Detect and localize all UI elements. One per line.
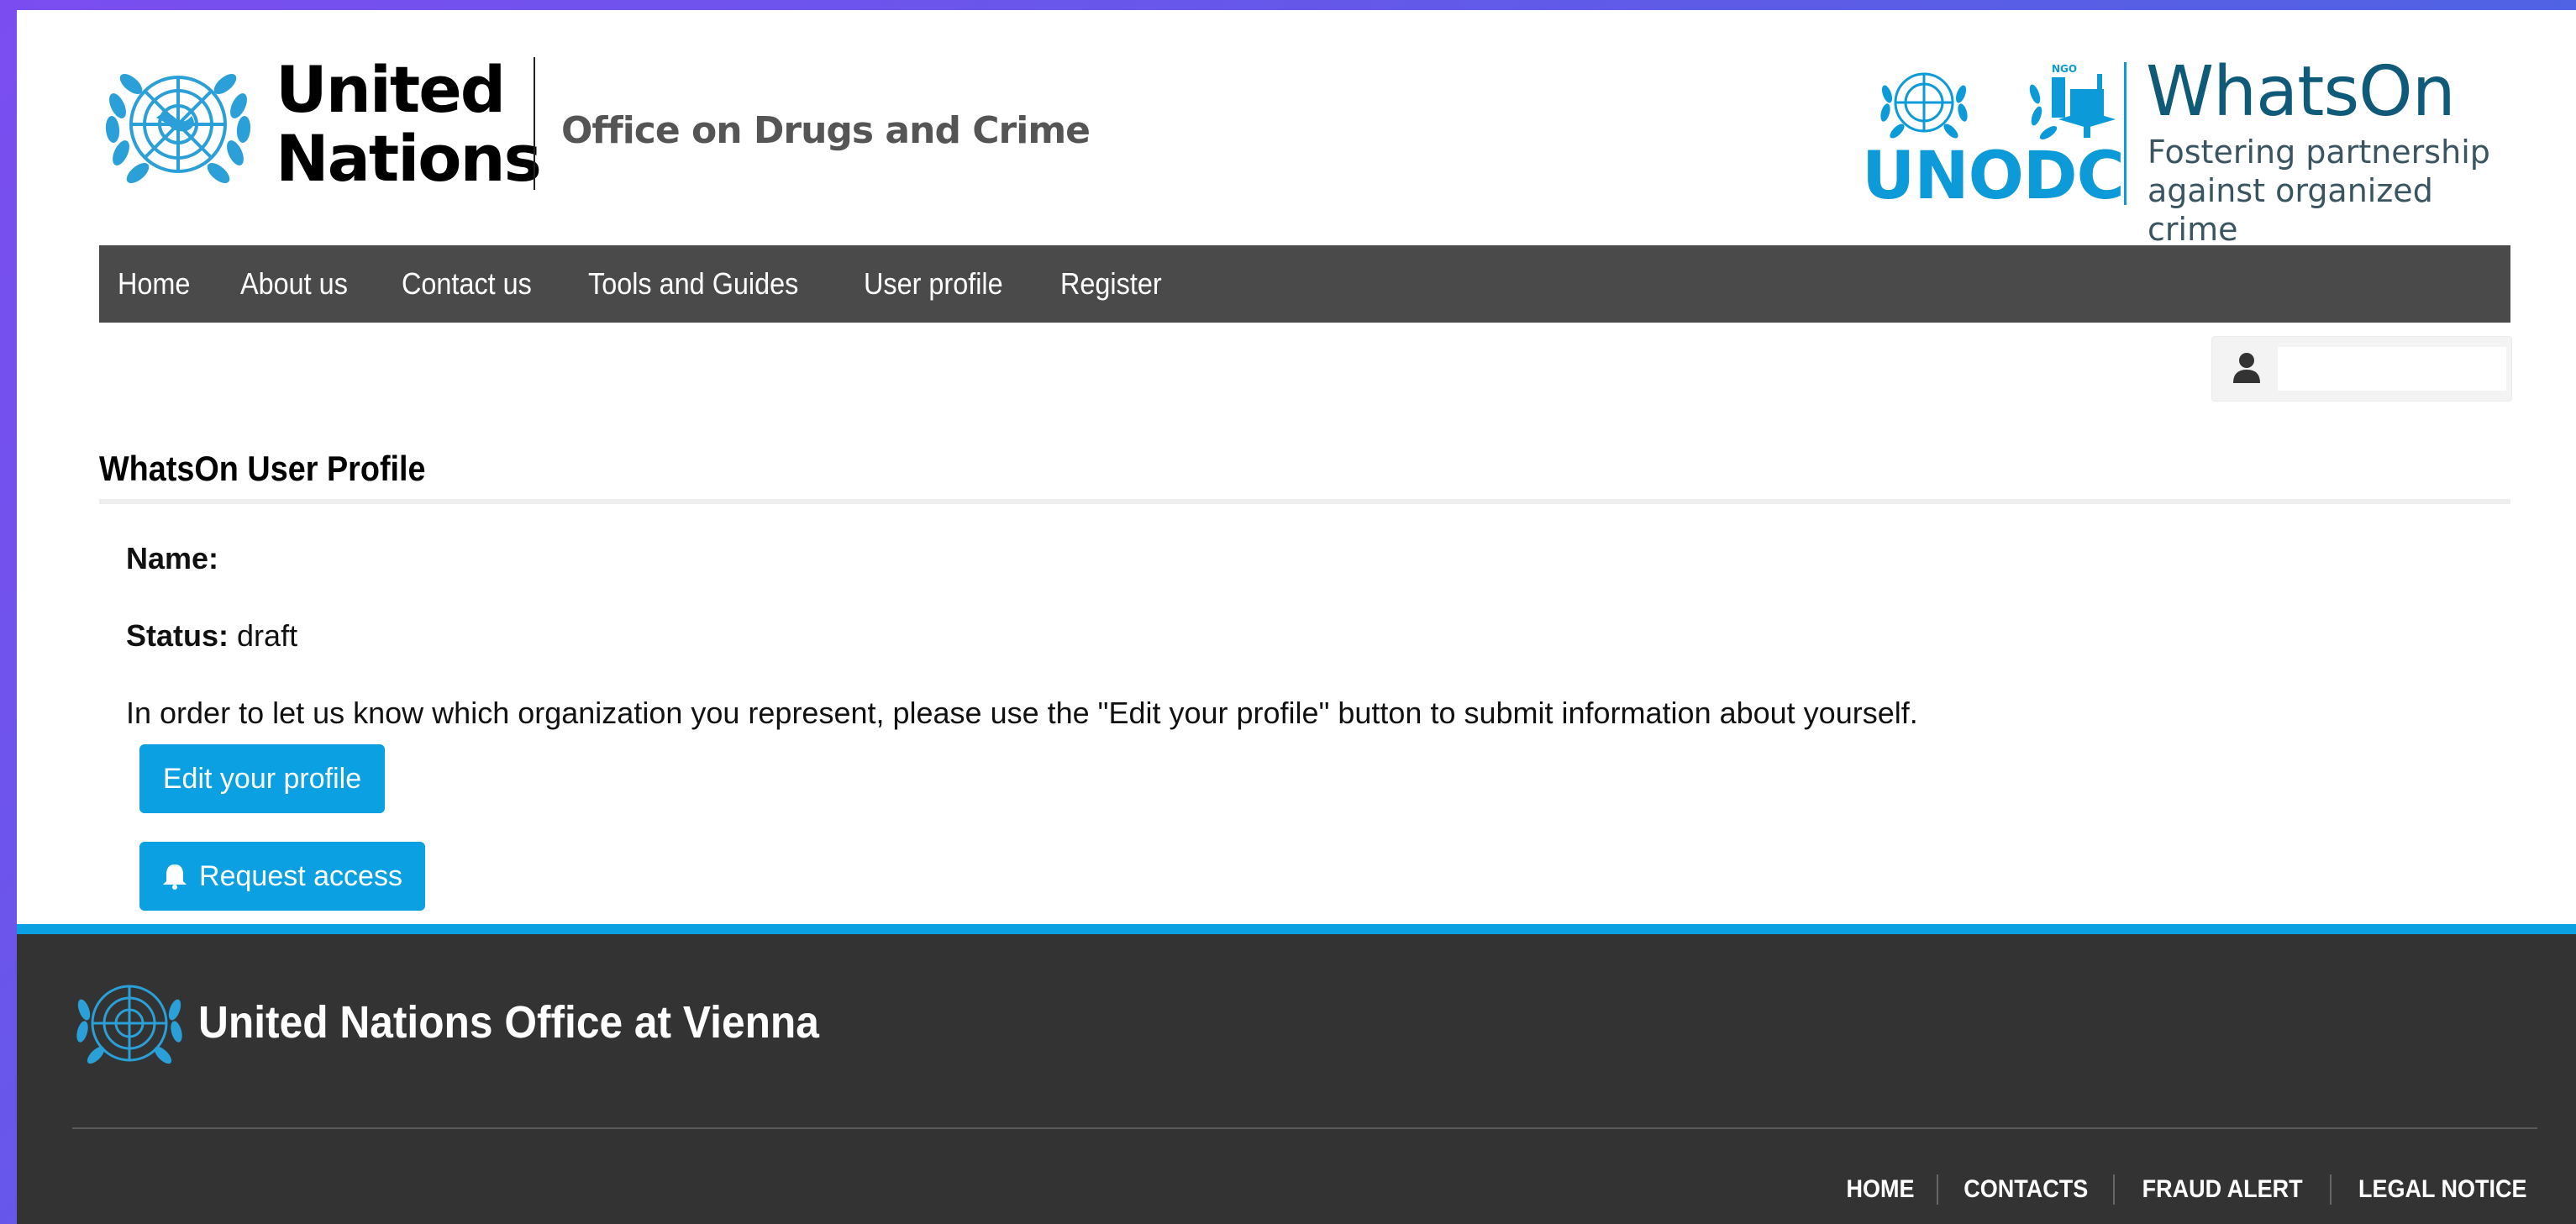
whatson-tagline: Fostering partnership against organized … xyxy=(2148,133,2517,249)
status-value: draft xyxy=(237,618,298,653)
un-wordmark: United Nations xyxy=(276,52,542,196)
footer-divider xyxy=(72,1127,2537,1129)
nav-home[interactable]: Home xyxy=(118,266,190,302)
nav-user-profile[interactable]: User profile xyxy=(864,266,1003,302)
name-label: Name: xyxy=(126,541,219,575)
user-menu[interactable] xyxy=(2211,336,2512,402)
site-header: United Nations Office on Drugs and Crime xyxy=(17,10,2576,248)
name-row: Name: xyxy=(126,541,218,576)
ngo-badge: NGO xyxy=(2052,63,2077,75)
page: United Nations Office on Drugs and Crime xyxy=(17,10,2576,1224)
nav-about-us[interactable]: About us xyxy=(240,266,348,302)
page-title: WhatsOn User Profile xyxy=(99,449,426,488)
edit-profile-label: Edit your profile xyxy=(162,762,362,795)
status-label: Status: xyxy=(126,618,229,653)
footer-separator xyxy=(2113,1174,2115,1205)
un-emblem-small-icon xyxy=(1880,72,1968,139)
unodc-whatson-logo[interactable]: NGO UNODC WhatsOn Fostering partnership … xyxy=(1862,52,2517,248)
main-nav: Home About us Contact us Tools and Guide… xyxy=(99,245,2510,323)
header-divider xyxy=(534,57,535,190)
un-wordmark-line1: United xyxy=(276,52,506,127)
user-name-field[interactable] xyxy=(2278,347,2506,391)
footer-link-home[interactable]: HOME xyxy=(1829,1175,1931,1204)
title-divider xyxy=(99,499,2510,504)
status-row: Status: draft xyxy=(126,618,297,654)
un-emblem-icon xyxy=(105,74,251,183)
footer-link-contacts[interactable]: CONTACTS xyxy=(1947,1175,2105,1204)
ngo-partners-icon: NGO xyxy=(2029,63,2116,140)
office-name: Office on Drugs and Crime xyxy=(561,109,1091,152)
nav-register[interactable]: Register xyxy=(1060,266,1162,302)
footer-separator xyxy=(2330,1174,2332,1205)
footer-link-fraud-alert[interactable]: FRAUD ALERT xyxy=(2126,1175,2320,1204)
bell-icon xyxy=(163,864,187,890)
unodc-wordmark: UNODC xyxy=(1862,139,2125,214)
un-wordmark-line2: Nations xyxy=(276,121,542,196)
whatson-title: WhatsOn xyxy=(2146,52,2456,132)
footer-link-legal-notice[interactable]: LEGAL NOTICE xyxy=(2342,1175,2527,1204)
whatson-tagline-line1: Fostering partnership xyxy=(2148,134,2490,171)
footer-links: HOME CONTACTS FRAUD ALERT LEGAL NOTICE xyxy=(1824,1174,2537,1205)
nav-tools-and-guides[interactable]: Tools and Guides xyxy=(588,266,798,302)
footer-separator xyxy=(1936,1174,1938,1205)
request-access-button[interactable]: Request access xyxy=(139,842,425,911)
profile-instructions: In order to let us know which organizati… xyxy=(126,696,1918,730)
edit-profile-button[interactable]: Edit your profile xyxy=(139,744,385,813)
footer-title: United Nations Office at Vienna xyxy=(198,997,819,1048)
whatson-tagline-line2: against organized crime xyxy=(2148,172,2433,248)
user-icon xyxy=(2233,353,2260,383)
nav-contact-us[interactable]: Contact us xyxy=(402,266,532,302)
whatson-divider xyxy=(2124,62,2127,205)
un-emblem-footer-icon[interactable] xyxy=(71,971,188,1075)
un-logo[interactable]: United Nations xyxy=(97,52,542,196)
request-access-label: Request access xyxy=(199,859,402,892)
site-footer: United Nations Office at Vienna HOME CON… xyxy=(17,924,2576,1224)
